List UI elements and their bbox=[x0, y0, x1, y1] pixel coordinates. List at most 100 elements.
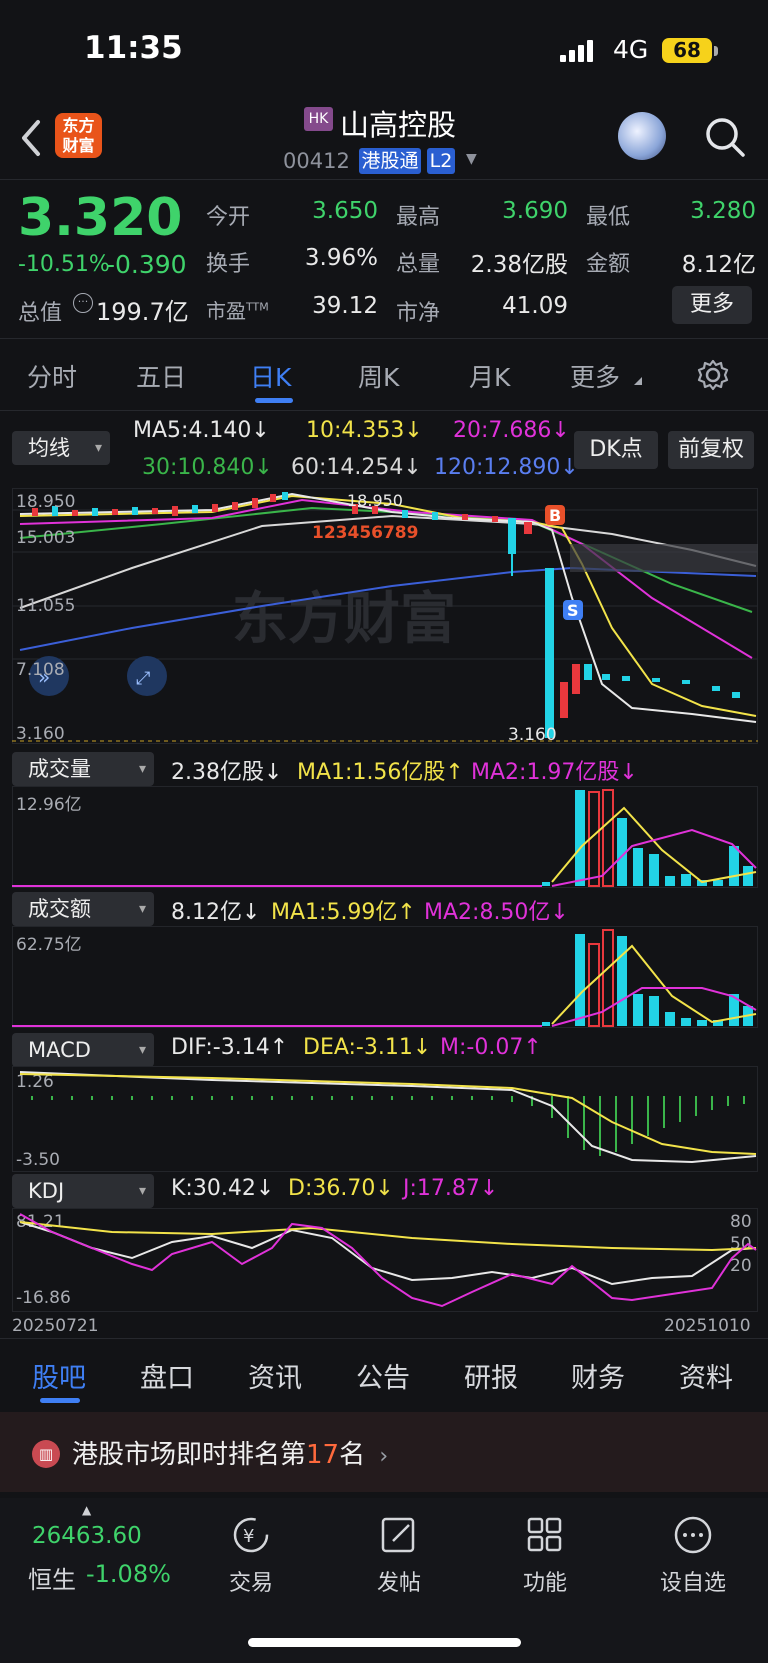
divider bbox=[0, 179, 768, 180]
svg-text:¥: ¥ bbox=[243, 1526, 254, 1547]
assistant-robot-icon[interactable] bbox=[618, 112, 666, 160]
price-axis-5: 3.160 bbox=[16, 724, 65, 744]
nav-post[interactable]: 发帖 bbox=[354, 1565, 444, 1597]
pb-label: 市净 bbox=[396, 301, 441, 326]
macd-dropdown[interactable]: MACD bbox=[12, 1033, 154, 1067]
app-logo[interactable]: 东方财富 bbox=[55, 113, 102, 158]
nav-functions[interactable]: 功能 bbox=[500, 1565, 590, 1597]
tab-research[interactable]: 研报 bbox=[464, 1356, 518, 1395]
amount-value: 8.12亿 bbox=[681, 252, 756, 278]
caret-down-icon[interactable]: ▼ bbox=[466, 151, 477, 167]
price-axis-3: 11.055 bbox=[16, 596, 76, 616]
change-pct: -10.51% bbox=[18, 252, 110, 277]
amount-ma2: MA2:8.50亿↓ bbox=[424, 900, 569, 925]
amount-label: 金额 bbox=[586, 252, 631, 277]
battery-tip bbox=[714, 46, 718, 56]
macd-dea: DEA:-3.11↓ bbox=[303, 1035, 432, 1060]
kdj-dropdown[interactable]: KDJ bbox=[12, 1174, 154, 1208]
status-bar: 11:35 4G 68 bbox=[0, 0, 768, 100]
post-icon[interactable] bbox=[354, 1515, 444, 1564]
svg-text:⤢: ⤢ bbox=[136, 668, 151, 689]
price-axis-4: 7.108 bbox=[16, 660, 65, 680]
status-time: 11:35 bbox=[84, 30, 183, 66]
volume-value: 2.38亿股 bbox=[470, 252, 568, 278]
tab-intraday[interactable]: 分时 bbox=[27, 358, 77, 394]
amount-value: 8.12亿↓ bbox=[171, 900, 261, 925]
tab-weekly-k[interactable]: 周K bbox=[358, 358, 399, 394]
more-dots-icon[interactable] bbox=[648, 1515, 738, 1564]
nav-add-watchlist[interactable]: 设自选 bbox=[648, 1565, 738, 1597]
tab-more[interactable]: 更多 bbox=[570, 358, 620, 394]
logo-text: 东方财富 bbox=[62, 116, 95, 155]
settings-gear-icon[interactable] bbox=[696, 358, 730, 392]
home-indicator[interactable] bbox=[248, 1638, 521, 1647]
pe-label-text: 市盈 bbox=[206, 299, 246, 323]
ranking-text: 港股市场即时排名第17名 › bbox=[72, 1434, 388, 1471]
svg-text:S: S bbox=[567, 601, 579, 620]
kline-chart[interactable]: 东方财富 18.950 123456789 B S » ⤢ bbox=[12, 488, 758, 744]
tab-daily-k[interactable]: 日K bbox=[250, 358, 291, 394]
volume-chart bbox=[12, 789, 757, 887]
tab-profile[interactable]: 资料 bbox=[679, 1356, 733, 1395]
adjust-button[interactable]: 前复权 bbox=[668, 431, 754, 469]
building-icon: ▥ bbox=[32, 1440, 60, 1468]
functions-grid-icon[interactable] bbox=[500, 1515, 590, 1564]
active-bottom-tab-underline bbox=[40, 1398, 80, 1403]
macd-chart bbox=[19, 1071, 757, 1164]
index-value[interactable]: 26463.60 bbox=[32, 1523, 142, 1549]
macd-dif: DIF:-3.14↑ bbox=[171, 1035, 289, 1060]
svg-text:18.950: 18.950 bbox=[347, 491, 403, 510]
info-icon[interactable]: ··· bbox=[73, 293, 93, 313]
mktcap-value: 199.7亿 bbox=[96, 298, 189, 326]
battery-icon: 68 bbox=[662, 38, 712, 63]
tab-forum[interactable]: 股吧 bbox=[32, 1356, 86, 1395]
connect-tag: 港股通 bbox=[359, 148, 421, 174]
ma-dropdown[interactable]: 均线 bbox=[12, 431, 110, 465]
volume-dropdown[interactable]: 成交量 bbox=[12, 752, 154, 786]
tab-order-book[interactable]: 盘口 bbox=[140, 1356, 194, 1395]
ma30-value: 30:10.840↓ bbox=[142, 455, 273, 480]
date-end: 20251010 bbox=[664, 1316, 751, 1336]
dk-point-button[interactable]: DK点 bbox=[574, 431, 658, 469]
back-icon[interactable] bbox=[18, 118, 44, 158]
tab-monthly-k[interactable]: 月K bbox=[469, 358, 510, 394]
turnover-label: 换手 bbox=[206, 252, 251, 277]
ma5-value: MA5:4.140↓ bbox=[133, 418, 270, 443]
tab-announcements[interactable]: 公告 bbox=[356, 1356, 410, 1395]
market-badge: HK bbox=[304, 107, 333, 131]
kdj-d: D:36.70↓ bbox=[288, 1176, 394, 1201]
kdj-j: J:17.87↓ bbox=[403, 1176, 499, 1201]
kdj-k: K:30.42↓ bbox=[171, 1176, 275, 1201]
low-label: 最低 bbox=[586, 205, 631, 230]
change-value: -0.390 bbox=[106, 250, 187, 279]
svg-text:123456789: 123456789 bbox=[312, 523, 418, 543]
amount-dropdown[interactable]: 成交额 bbox=[12, 892, 154, 926]
corner-caret-icon bbox=[634, 377, 642, 385]
high-value: 3.690 bbox=[502, 198, 568, 224]
tab-news[interactable]: 资讯 bbox=[248, 1356, 302, 1395]
trade-icon[interactable]: ¥ bbox=[206, 1515, 296, 1564]
more-quote-button[interactable]: 更多 bbox=[672, 286, 752, 324]
ranking-suffix: 名 bbox=[339, 1440, 366, 1470]
amount-chart bbox=[12, 929, 757, 1027]
low-mark: 3.160 bbox=[508, 725, 557, 745]
search-icon[interactable] bbox=[703, 115, 747, 159]
ranking-banner[interactable]: ▥ 港股市场即时排名第17名 › bbox=[0, 1412, 768, 1492]
ma10-value: 10:4.353↓ bbox=[306, 418, 423, 443]
macd-m: M:-0.07↑ bbox=[440, 1035, 542, 1060]
nav-trade[interactable]: 交易 bbox=[206, 1565, 296, 1597]
pe-label-sup: TTM bbox=[246, 300, 269, 314]
open-value: 3.650 bbox=[312, 198, 378, 224]
divider bbox=[0, 410, 768, 411]
tab-five-day[interactable]: 五日 bbox=[136, 358, 186, 394]
stock-code: 00412 bbox=[283, 149, 350, 173]
ma20-value: 20:7.686↓ bbox=[453, 418, 570, 443]
tab-financials[interactable]: 财务 bbox=[571, 1356, 625, 1395]
kdj-chart bbox=[19, 1213, 757, 1308]
amount-ma1: MA1:5.99亿↑ bbox=[271, 900, 416, 925]
svg-text:B: B bbox=[549, 506, 561, 525]
low-value: 3.280 bbox=[690, 198, 756, 224]
high-label: 最高 bbox=[396, 205, 441, 230]
date-start: 20250721 bbox=[12, 1316, 99, 1336]
mktcap-label: 总值 bbox=[18, 301, 63, 326]
